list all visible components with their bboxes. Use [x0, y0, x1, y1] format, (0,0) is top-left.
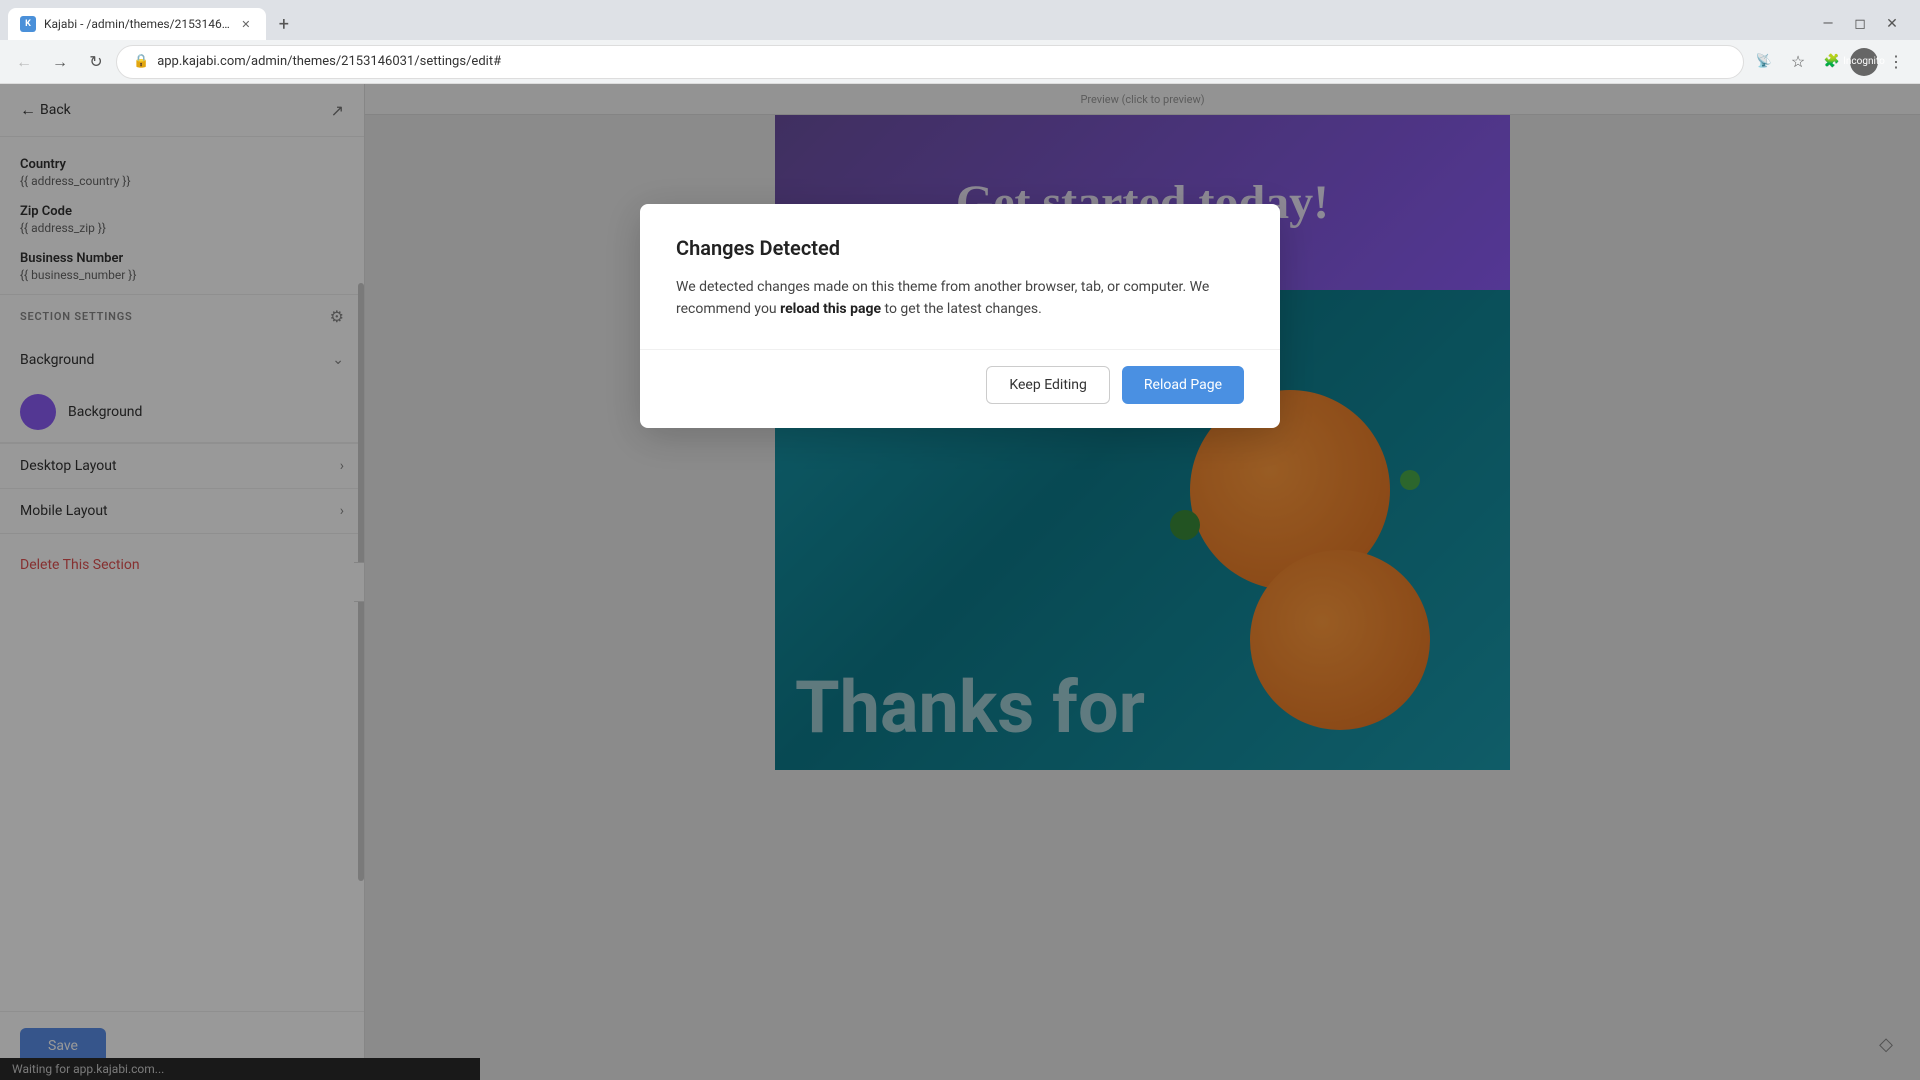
minimize-button[interactable]: —: [1816, 12, 1840, 36]
new-tab-button[interactable]: +: [270, 10, 298, 38]
maximize-button[interactable]: ◻: [1848, 12, 1872, 36]
browser-chrome: K Kajabi - /admin/themes/2153146… ✕ + — …: [0, 0, 1920, 84]
tab-close-button[interactable]: ✕: [238, 16, 254, 32]
lock-icon: 🔒: [133, 54, 149, 69]
address-text: app.kajabi.com/admin/themes/2153146031/s…: [157, 54, 1727, 69]
cast-button[interactable]: 📡: [1748, 46, 1780, 78]
changes-detected-modal: Changes Detected We detected changes mad…: [640, 204, 1280, 428]
bookmark-button[interactable]: ☆: [1782, 46, 1814, 78]
modal-title: Changes Detected: [676, 236, 1244, 260]
active-tab[interactable]: K Kajabi - /admin/themes/2153146… ✕: [8, 8, 266, 40]
back-nav-button[interactable]: ←: [8, 46, 40, 78]
menu-button[interactable]: ⋮: [1880, 46, 1912, 78]
window-controls: — ◻ ✕: [1816, 12, 1912, 36]
tab-bar: K Kajabi - /admin/themes/2153146… ✕ + — …: [0, 0, 1920, 40]
tab-title: Kajabi - /admin/themes/2153146…: [44, 17, 230, 31]
forward-nav-button[interactable]: →: [44, 46, 76, 78]
nav-bar: ← → ↻ 🔒 app.kajabi.com/admin/themes/2153…: [0, 40, 1920, 84]
tab-favicon: K: [20, 16, 36, 32]
modal-body: Changes Detected We detected changes mad…: [640, 204, 1280, 349]
close-window-button[interactable]: ✕: [1880, 12, 1904, 36]
address-bar[interactable]: 🔒 app.kajabi.com/admin/themes/2153146031…: [116, 45, 1744, 79]
reload-page-button[interactable]: Reload Page: [1122, 366, 1244, 404]
modal-footer: Keep Editing Reload Page: [640, 349, 1280, 428]
modal-overlay: Changes Detected We detected changes mad…: [0, 84, 1920, 1080]
profile-button[interactable]: Incognito: [1850, 48, 1878, 76]
nav-right-buttons: 📡 ☆ 🧩 Incognito ⋮: [1748, 46, 1912, 78]
reload-nav-button[interactable]: ↻: [80, 46, 112, 78]
modal-body-text: We detected changes made on this theme f…: [676, 276, 1244, 321]
keep-editing-button[interactable]: Keep Editing: [986, 366, 1110, 404]
modal-body-bold-text: reload this page: [780, 301, 881, 317]
modal-body-text-end: to get the latest changes.: [881, 301, 1042, 317]
